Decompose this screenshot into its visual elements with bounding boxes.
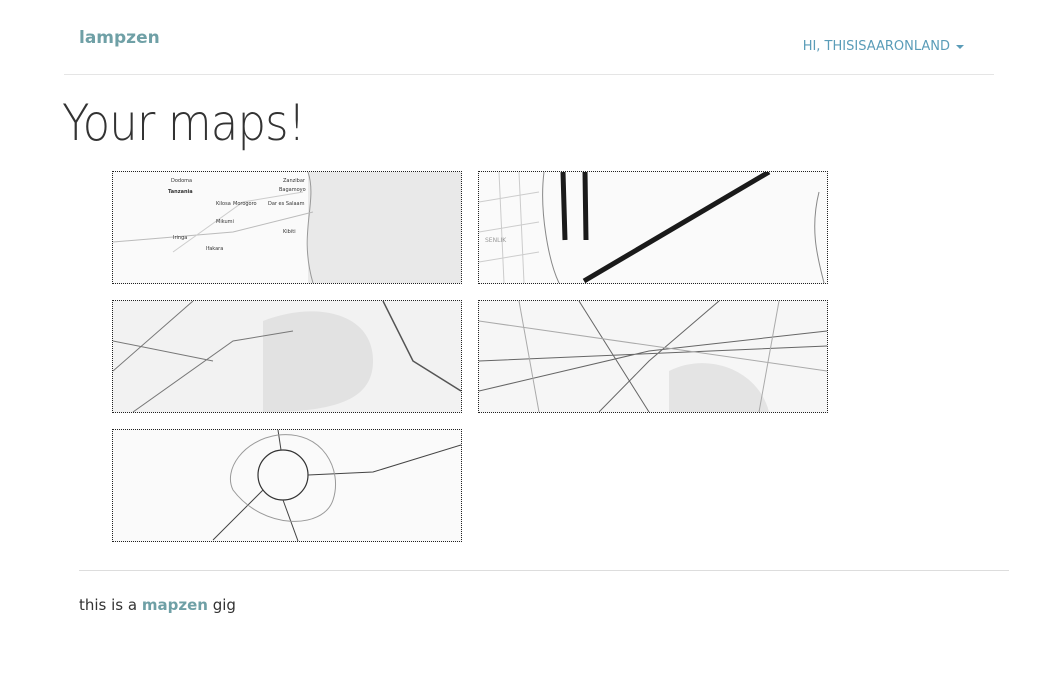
svg-text:Bagamoyo: Bagamoyo <box>279 187 306 193</box>
caret-down-icon <box>956 44 964 49</box>
footer-divider <box>79 570 1009 571</box>
svg-text:SENLIK: SENLIK <box>485 237 507 244</box>
svg-text:Ifakara: Ifakara <box>206 246 223 252</box>
svg-text:Dar es Salaam: Dar es Salaam <box>268 201 305 207</box>
brand-link[interactable]: lampzen <box>79 28 160 48</box>
footer-suffix: gig <box>207 596 236 614</box>
footer-text: this is a mapzen gig <box>79 596 236 614</box>
svg-text:Tanzania: Tanzania <box>168 189 193 195</box>
svg-text:Kibiti: Kibiti <box>283 229 296 235</box>
footer-prefix: this is a <box>79 596 142 614</box>
user-menu[interactable]: HI, THISISAARONLAND <box>803 39 964 54</box>
svg-text:Kilosa: Kilosa <box>216 201 231 207</box>
svg-text:Iringa: Iringa <box>173 235 187 241</box>
svg-text:Zanzibar: Zanzibar <box>283 178 306 184</box>
svg-text:Dodoma: Dodoma <box>171 178 192 184</box>
page-title: Your maps! <box>62 94 306 152</box>
user-menu-label: HI, THISISAARONLAND <box>802 39 950 54</box>
svg-text:Morogoro: Morogoro <box>233 201 257 207</box>
mapzen-link[interactable]: mapzen <box>142 596 208 614</box>
map-thumbnail-tanzania[interactable]: Dodoma Tanzania Zanzibar Bagamoyo Kilosa… <box>112 171 462 284</box>
svg-text:Mikumi: Mikumi <box>216 219 234 225</box>
map-thumbnail-city[interactable] <box>112 429 462 542</box>
map-thumbnail-airport[interactable]: SENLIK <box>478 171 828 284</box>
divider <box>64 74 994 75</box>
map-thumbnail-tokyo[interactable] <box>478 300 828 413</box>
map-thumbnail-istanbul[interactable] <box>112 300 462 413</box>
